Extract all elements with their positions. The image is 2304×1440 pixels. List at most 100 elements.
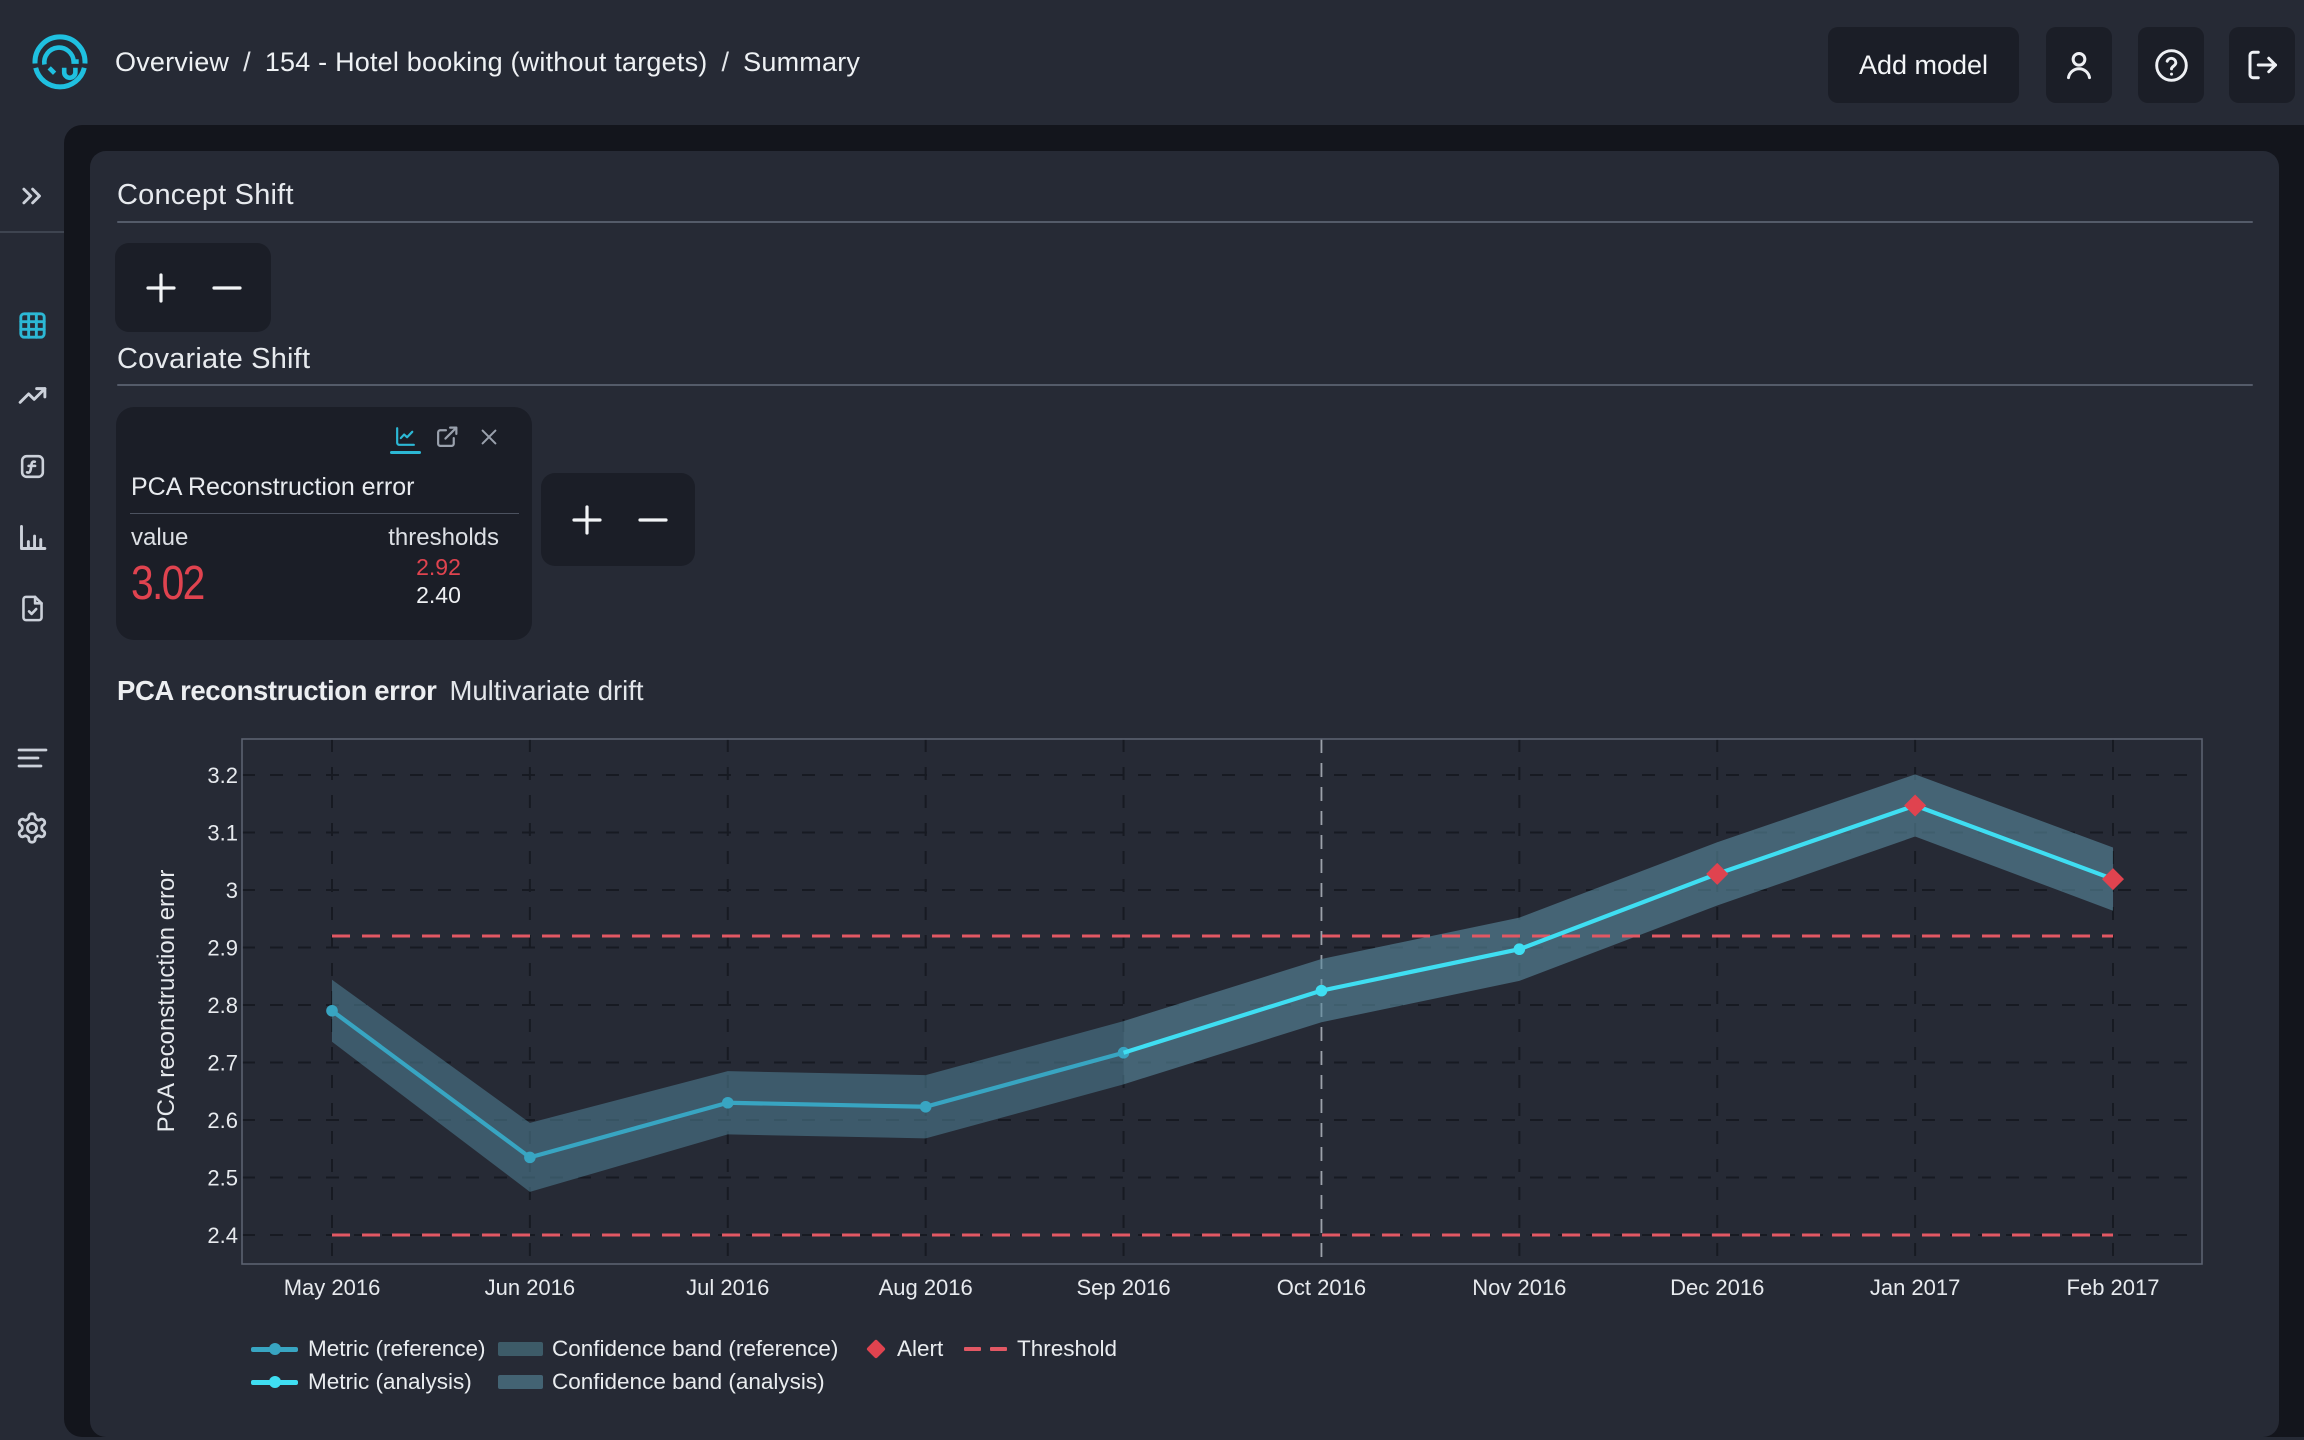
plus-icon <box>568 501 606 539</box>
y-tick-label: 2.8 <box>207 993 238 1018</box>
concept-shift-title: Concept Shift <box>117 179 294 212</box>
minus-icon <box>634 501 672 539</box>
function-icon <box>17 451 48 482</box>
sidebar-item-statistics[interactable] <box>0 513 64 561</box>
x-tick-label: Jul 2016 <box>686 1275 769 1300</box>
close-icon[interactable] <box>478 426 500 448</box>
active-view-underline <box>390 451 421 454</box>
x-tick-label: Dec 2016 <box>1670 1275 1764 1300</box>
legend-line-swatch <box>251 1347 298 1352</box>
remove-metric-button[interactable] <box>631 492 675 548</box>
x-tick-label: Oct 2016 <box>1277 1275 1366 1300</box>
legend-label: Alert <box>897 1336 943 1362</box>
value-label: value <box>131 524 188 552</box>
concept-shift-toolbar <box>115 243 271 332</box>
plus-icon <box>142 269 180 307</box>
sidebar-item-reports[interactable] <box>0 584 64 632</box>
add-model-button[interactable]: Add model <box>1828 27 2019 103</box>
help-icon <box>2153 47 2190 84</box>
sidebar-expand-button[interactable] <box>0 172 64 220</box>
x-tick-label: Feb 2017 <box>2067 1275 2160 1300</box>
x-tick-label: Jun 2016 <box>485 1275 576 1300</box>
sidebar-item-logs[interactable] <box>0 734 64 782</box>
y-tick-label: 2.7 <box>207 1051 238 1076</box>
legend-item[interactable]: Threshold <box>964 1335 1117 1363</box>
section-divider <box>117 221 2253 223</box>
legend-item[interactable]: Metric (analysis) <box>251 1368 472 1396</box>
sidebar-item-settings[interactable] <box>0 804 64 852</box>
threshold-high-value: 2.92 <box>378 553 499 581</box>
legend-label: Metric (analysis) <box>308 1369 472 1395</box>
gear-icon <box>15 811 49 845</box>
y-tick-label: 2.5 <box>207 1166 238 1191</box>
content-card: Concept Shift Covariate Shift PCA R <box>90 151 2279 1437</box>
legend-band-swatch <box>498 1342 543 1356</box>
metric-marker <box>1316 985 1328 997</box>
sidebar-divider <box>0 231 64 233</box>
nannyml-logo-icon[interactable] <box>32 34 88 90</box>
sidebar-item-performance[interactable] <box>0 371 64 419</box>
user-button[interactable] <box>2046 27 2112 103</box>
legend-item[interactable]: Confidence band (analysis) <box>498 1368 825 1396</box>
x-tick-label: May 2016 <box>284 1275 381 1300</box>
logout-button[interactable] <box>2229 27 2295 103</box>
bar-chart-icon <box>16 521 49 554</box>
chart-heading: PCA reconstruction error Multivariate dr… <box>117 675 644 707</box>
legend-threshold-swatch <box>990 1347 1007 1351</box>
add-metric-button[interactable] <box>139 260 183 316</box>
thresholds-label: thresholds <box>378 524 499 552</box>
threshold-low-value: 2.40 <box>378 581 499 609</box>
help-button[interactable] <box>2138 27 2204 103</box>
legend-item[interactable]: Confidence band (reference) <box>498 1335 838 1363</box>
logout-icon <box>2244 47 2280 83</box>
external-link-icon[interactable] <box>435 424 460 449</box>
add-metric-button[interactable] <box>565 492 609 548</box>
legend-threshold-swatch <box>964 1347 981 1351</box>
legend-label: Confidence band (reference) <box>552 1336 838 1362</box>
legend-line-swatch <box>251 1380 298 1385</box>
sidebar <box>0 125 64 1440</box>
legend-label: Metric (reference) <box>308 1336 486 1362</box>
x-tick-label: Nov 2016 <box>1472 1275 1566 1300</box>
y-tick-label: 3.2 <box>207 763 238 788</box>
trending-up-icon <box>16 379 49 412</box>
top-bar: Overview / 154 - Hotel booking (without … <box>0 0 2304 125</box>
legend-label: Confidence band (analysis) <box>552 1369 825 1395</box>
chart-line-icon[interactable] <box>393 424 418 449</box>
breadcrumb-model[interactable]: 154 - Hotel booking (without targets) <box>265 47 708 78</box>
legend-item[interactable]: Metric (reference) <box>251 1335 486 1363</box>
y-tick-label: 3 <box>226 878 238 903</box>
x-tick-label: Jan 2017 <box>1870 1275 1961 1300</box>
metric-marker <box>1514 943 1526 955</box>
legend-band-swatch <box>498 1375 543 1389</box>
metric-value: 3.02 <box>131 556 204 611</box>
y-tick-label: 2.4 <box>207 1223 238 1248</box>
legend-item[interactable]: Alert <box>869 1335 943 1363</box>
breadcrumb-overview[interactable]: Overview <box>115 47 229 78</box>
legend-alert-swatch <box>866 1339 886 1359</box>
sidebar-item-models-table[interactable] <box>0 301 64 349</box>
breadcrumb: Overview / 154 - Hotel booking (without … <box>115 0 860 125</box>
breadcrumb-separator: / <box>243 47 251 78</box>
remove-metric-button[interactable] <box>205 260 249 316</box>
metric-marker <box>920 1101 932 1113</box>
metric-summary-card: PCA Reconstruction error value threshold… <box>116 407 532 640</box>
y-tick-label: 2.9 <box>207 936 238 961</box>
metric-card-title: PCA Reconstruction error <box>131 473 414 502</box>
metric-marker <box>326 1005 338 1017</box>
section-divider <box>117 384 2253 386</box>
app: Overview / 154 - Hotel booking (without … <box>0 0 2304 1440</box>
chart-subtitle: Multivariate drift <box>449 675 643 707</box>
sidebar-item-functions[interactable] <box>0 442 64 490</box>
covariate-shift-title: Covariate Shift <box>117 343 310 376</box>
user-icon <box>2061 47 2097 83</box>
y-tick-label: 2.6 <box>207 1108 238 1133</box>
breadcrumb-summary[interactable]: Summary <box>743 47 860 78</box>
table-icon <box>16 309 49 342</box>
x-tick-label: Aug 2016 <box>879 1275 973 1300</box>
breadcrumb-separator: / <box>721 47 729 78</box>
metric-marker <box>524 1152 536 1164</box>
minus-icon <box>208 269 246 307</box>
chevrons-right-icon <box>17 181 47 211</box>
metric-card-divider <box>130 513 519 514</box>
